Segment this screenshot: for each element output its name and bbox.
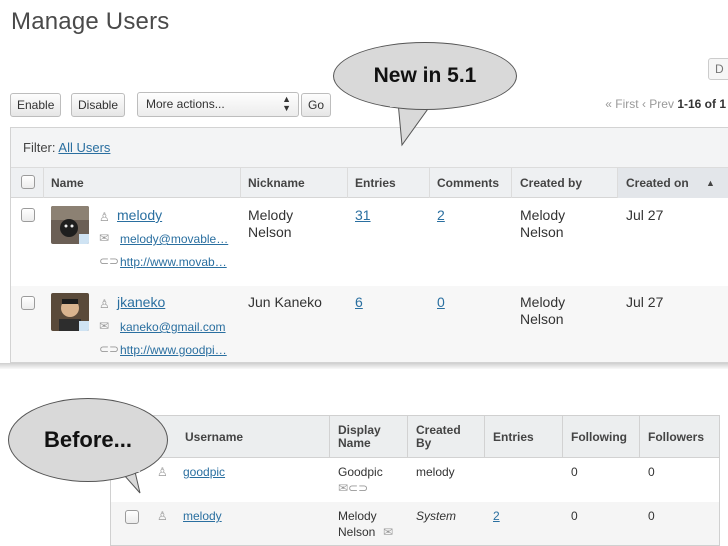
select-arrows-icon: ▲ ▼ (282, 94, 291, 113)
nickname-line1: Jun Kaneko (248, 294, 322, 310)
old-display-name: Goodpic (338, 465, 383, 479)
link-icon: ⊂⊃ (99, 254, 120, 268)
callout-pointer-cover (390, 100, 410, 107)
old-users-table-panel: Username Display Name Created By Entries… (110, 415, 720, 546)
old-entries-link[interactable]: 2 (493, 509, 500, 524)
old-following: 0 (571, 465, 578, 479)
old-row-checkbox[interactable] (125, 510, 139, 524)
old-col-created-line2[interactable]: By (416, 437, 431, 450)
old-followers: 0 (648, 509, 655, 523)
col-created-by[interactable]: Created by (520, 176, 582, 190)
col-name[interactable]: Name (51, 176, 84, 190)
more-actions-select[interactable]: More actions... ▲ ▼ (137, 92, 299, 117)
nickname-line1: Melody (248, 207, 294, 223)
old-col-following[interactable]: Following (571, 431, 627, 444)
old-table-row: ♙ melody Melody Nelson ✉ System 2 0 0 (111, 502, 719, 545)
old-followers: 0 (648, 465, 655, 479)
created-on: Jul 27 (626, 294, 664, 310)
url-link[interactable]: http://www.movab… (120, 254, 227, 271)
pager-prev-link[interactable]: ‹ Prev (642, 97, 674, 111)
row-checkbox[interactable] (21, 296, 35, 310)
old-col-followers[interactable]: Followers (648, 431, 704, 444)
created-on: Jul 27 (626, 207, 664, 223)
enable-button[interactable]: Enable (10, 93, 62, 117)
pager-range: 1-16 of 1 (677, 97, 726, 111)
old-display-name-line2: Nelson (338, 525, 376, 539)
display-options-button[interactable]: D (708, 58, 728, 80)
callout-before-pointer-cover (106, 466, 140, 472)
users-table-panel: Filter: All Users Name Nickname Entries … (10, 127, 728, 363)
user-icon: ♙ (99, 210, 110, 224)
entries-link[interactable]: 31 (355, 207, 371, 224)
envelope-icon: ✉ (383, 525, 394, 539)
table-header: Name Nickname Entries Comments Created b… (11, 168, 728, 198)
envelope-icon: ✉ (99, 319, 110, 333)
envelope-icon: ✉⊂⊃ (338, 481, 369, 495)
filter-all-users-link[interactable]: All Users (58, 140, 110, 155)
username-link[interactable]: melody (117, 207, 162, 224)
old-following: 0 (571, 509, 578, 523)
page-title: Manage Users (11, 8, 170, 35)
created-by-line2: Nelson (520, 224, 564, 240)
old-table-row: ♙ goodpic Goodpic ✉⊂⊃ melody 0 0 (111, 458, 719, 502)
old-display-name-line1: Melody (338, 509, 377, 523)
old-col-entries[interactable]: Entries (493, 431, 534, 444)
created-by-line1: Melody (520, 207, 566, 223)
old-created-by: melody (416, 465, 455, 479)
comments-link[interactable]: 0 (437, 294, 445, 311)
col-nickname[interactable]: Nickname (248, 176, 305, 190)
callout-new-in-5-1: New in 5.1 (333, 42, 517, 110)
envelope-icon: ✉ (99, 231, 110, 245)
sort-ascending-icon: ▲ (706, 178, 715, 188)
user-avatar (51, 206, 89, 244)
created-by-line2: Nelson (520, 311, 564, 327)
col-comments[interactable]: Comments (437, 176, 499, 190)
callout-before: Before... (8, 398, 168, 482)
nickname-line2: Nelson (248, 224, 292, 240)
more-actions-value: More actions... (146, 97, 225, 111)
pager-first-link[interactable]: « First (605, 97, 638, 111)
comments-link[interactable]: 2 (437, 207, 445, 224)
col-created-on[interactable]: Created on (626, 176, 689, 190)
email-link[interactable]: kaneko@gmail.com (120, 319, 226, 336)
created-by-line1: Melody (520, 294, 566, 310)
username-link[interactable]: jkaneko (117, 294, 165, 311)
filter-label: Filter: (23, 140, 56, 155)
user-avatar (51, 293, 89, 331)
table-row: ♙ melody ✉ melody@movable… ⊂⊃ http://www… (11, 198, 728, 286)
email-link[interactable]: melody@movable… (120, 231, 228, 248)
section-divider (0, 363, 728, 369)
disable-button[interactable]: Disable (71, 93, 126, 117)
table-row: ♙ jkaneko ✉ kaneko@gmail.com ⊂⊃ http://w… (11, 286, 728, 362)
row-checkbox[interactable] (21, 208, 35, 222)
old-username-link[interactable]: goodpic (183, 465, 225, 480)
user-icon: ♙ (157, 509, 168, 523)
pagination: « First ‹ Prev 1-16 of 1 (605, 97, 726, 111)
user-icon: ♙ (99, 297, 110, 311)
old-table-header: Username Display Name Created By Entries… (111, 416, 719, 458)
old-username-link[interactable]: melody (183, 509, 222, 524)
link-icon: ⊂⊃ (99, 342, 120, 356)
select-all-checkbox[interactable] (21, 175, 35, 189)
old-created-by: System (416, 509, 457, 523)
url-link[interactable]: http://www.goodpi… (120, 342, 227, 359)
go-button[interactable]: Go (301, 93, 332, 117)
old-col-username[interactable]: Username (185, 431, 243, 444)
col-entries[interactable]: Entries (355, 176, 396, 190)
old-col-display-line2[interactable]: Name (338, 437, 371, 450)
entries-link[interactable]: 6 (355, 294, 363, 311)
